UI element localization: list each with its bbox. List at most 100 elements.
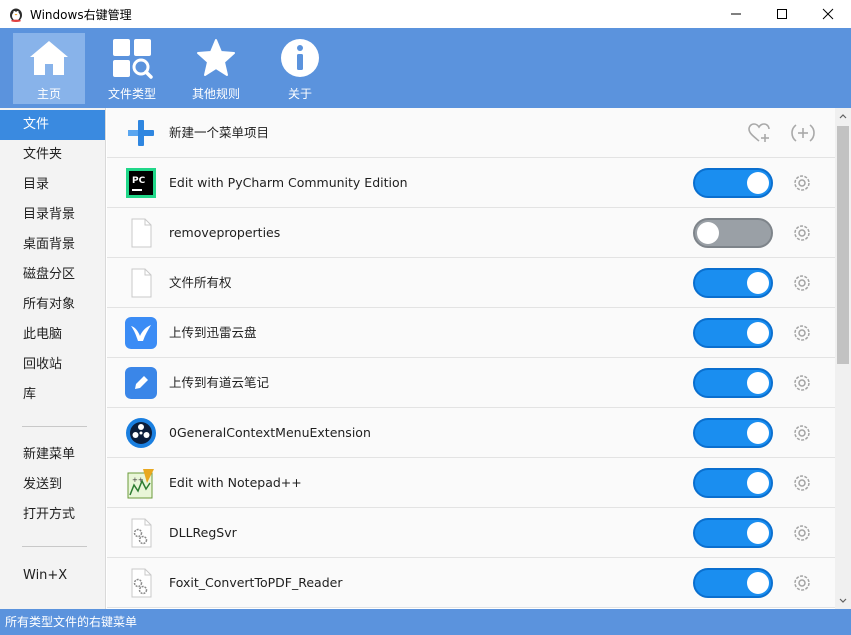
info-icon: [279, 37, 321, 79]
gear-icon[interactable]: [791, 222, 813, 244]
enable-toggle[interactable]: [693, 268, 773, 298]
svg-text:PC: PC: [132, 176, 146, 186]
enable-toggle[interactable]: [693, 568, 773, 598]
heart-plus-icon[interactable]: [747, 121, 771, 145]
minimize-button[interactable]: [713, 0, 759, 28]
sidebar-item-folder[interactable]: 文件夹: [0, 140, 105, 170]
penguin-app-icon: [10, 8, 22, 22]
toggle-knob: [747, 522, 769, 544]
menu-item-label: removeproperties: [169, 225, 281, 240]
vertical-scrollbar[interactable]: [835, 108, 851, 609]
toggle-knob: [747, 322, 769, 344]
gear-icon[interactable]: [791, 172, 813, 194]
film-reel-icon: [126, 418, 156, 448]
add-circle-icon[interactable]: [791, 121, 815, 145]
gear-icon[interactable]: [791, 322, 813, 344]
status-bar: 所有类型文件的右键菜单: [0, 609, 851, 635]
enable-toggle[interactable]: [693, 418, 773, 448]
sidebar-item-library[interactable]: 库: [0, 380, 105, 410]
new-menu-item-row[interactable]: 新建一个菜单项目: [107, 108, 835, 158]
toggle-knob: [747, 172, 769, 194]
gear-icon[interactable]: [791, 572, 813, 594]
file-type-search-icon: [111, 37, 153, 79]
gear-file-icon: [131, 518, 152, 548]
tab-home[interactable]: 主页: [13, 33, 85, 104]
enable-toggle[interactable]: [693, 168, 773, 198]
new-menu-item-label: 新建一个菜单项目: [169, 125, 270, 140]
menu-item-list: 新建一个菜单项目 PC Edit with PyCharm Community …: [107, 108, 851, 609]
enable-toggle[interactable]: [693, 318, 773, 348]
toggle-knob: [747, 372, 769, 394]
sidebar-divider: [22, 426, 87, 427]
menu-item-row: removeproperties: [107, 208, 835, 258]
enable-toggle[interactable]: [693, 218, 773, 248]
tab-about-label: 关于: [287, 87, 312, 101]
sidebar-item-send-to[interactable]: 发送到: [0, 470, 105, 500]
maximize-icon: [777, 9, 787, 19]
tab-other-rules[interactable]: 其他规则: [180, 33, 252, 104]
gear-file-icon: [131, 568, 152, 598]
sidebar-item-directory-background[interactable]: 目录背景: [0, 200, 105, 230]
menu-item-row: 上传到有道云笔记: [107, 358, 835, 408]
enable-toggle[interactable]: [693, 468, 773, 498]
sidebar-item-winx[interactable]: Win+X: [0, 561, 105, 591]
gear-icon[interactable]: [791, 272, 813, 294]
sidebar-item-drive[interactable]: 磁盘分区: [0, 260, 105, 290]
blank-file-icon: [131, 268, 152, 298]
home-icon: [28, 37, 70, 79]
close-icon: [822, 8, 834, 20]
main-toolbar: 主页 文件类型 其他规则 关于: [0, 28, 851, 108]
enable-toggle[interactable]: [693, 518, 773, 548]
enable-toggle[interactable]: [693, 368, 773, 398]
gear-icon[interactable]: [791, 422, 813, 444]
gear-icon[interactable]: [791, 372, 813, 394]
gear-icon[interactable]: [791, 522, 813, 544]
gear-icon[interactable]: [791, 472, 813, 494]
sidebar-item-recycle-bin[interactable]: 回收站: [0, 350, 105, 380]
menu-item-row: PC Edit with PyCharm Community Edition: [107, 158, 835, 208]
sidebar-item-directory[interactable]: 目录: [0, 170, 105, 200]
pycharm-icon: PC: [126, 168, 156, 198]
window-controls: [713, 0, 851, 28]
tab-file-types[interactable]: 文件类型: [96, 33, 168, 104]
menu-item-row: Foxit_ConvertToPDF_Reader: [107, 558, 835, 608]
sidebar: 文件 文件夹 目录 目录背景 桌面背景 磁盘分区 所有对象 此电脑 回收站 库 …: [0, 108, 106, 609]
sidebar-item-file[interactable]: 文件: [0, 110, 105, 140]
menu-item-label: Foxit_ConvertToPDF_Reader: [169, 575, 343, 590]
menu-item-row: 0GeneralContextMenuExtension: [107, 408, 835, 458]
toggle-knob: [747, 472, 769, 494]
window-title: Windows右键管理: [30, 7, 132, 22]
title-bar: Windows右键管理: [0, 0, 851, 28]
scroll-thumb[interactable]: [837, 126, 849, 364]
menu-item-label: 上传到有道云笔记: [169, 375, 270, 390]
menu-item-label: 上传到迅雷云盘: [169, 325, 257, 340]
sidebar-item-open-with[interactable]: 打开方式: [0, 500, 105, 530]
sidebar-item-new-menu[interactable]: 新建菜单: [0, 440, 105, 470]
tab-home-label: 主页: [36, 87, 61, 101]
scroll-up-button[interactable]: [835, 108, 851, 124]
minimize-icon: [731, 13, 741, 15]
menu-item-label: Edit with PyCharm Community Edition: [169, 175, 408, 190]
menu-item-row: ++ Edit with Notepad++: [107, 458, 835, 508]
status-text: 所有类型文件的右键菜单: [5, 615, 138, 629]
blank-file-icon: [131, 218, 152, 248]
toggle-knob: [747, 272, 769, 294]
sidebar-item-desktop-background[interactable]: 桌面背景: [0, 230, 105, 260]
star-icon: [195, 37, 237, 79]
notepadpp-icon: ++: [127, 469, 154, 499]
scroll-down-button[interactable]: [835, 593, 851, 609]
menu-item-label: 文件所有权: [169, 275, 232, 290]
menu-item-label: 0GeneralContextMenuExtension: [169, 425, 371, 440]
sidebar-divider: [22, 546, 87, 547]
plus-icon: [128, 120, 154, 146]
tab-about[interactable]: 关于: [264, 33, 336, 104]
menu-item-label: DLLRegSvr: [169, 525, 237, 540]
sidebar-item-all-objects[interactable]: 所有对象: [0, 290, 105, 320]
menu-item-row: 上传到迅雷云盘: [107, 308, 835, 358]
close-button[interactable]: [805, 0, 851, 28]
maximize-button[interactable]: [759, 0, 805, 28]
sidebar-item-this-pc[interactable]: 此电脑: [0, 320, 105, 350]
menu-item-label: Edit with Notepad++: [169, 475, 302, 490]
youdao-note-icon: [125, 367, 157, 399]
chevron-down-icon: [839, 598, 847, 603]
